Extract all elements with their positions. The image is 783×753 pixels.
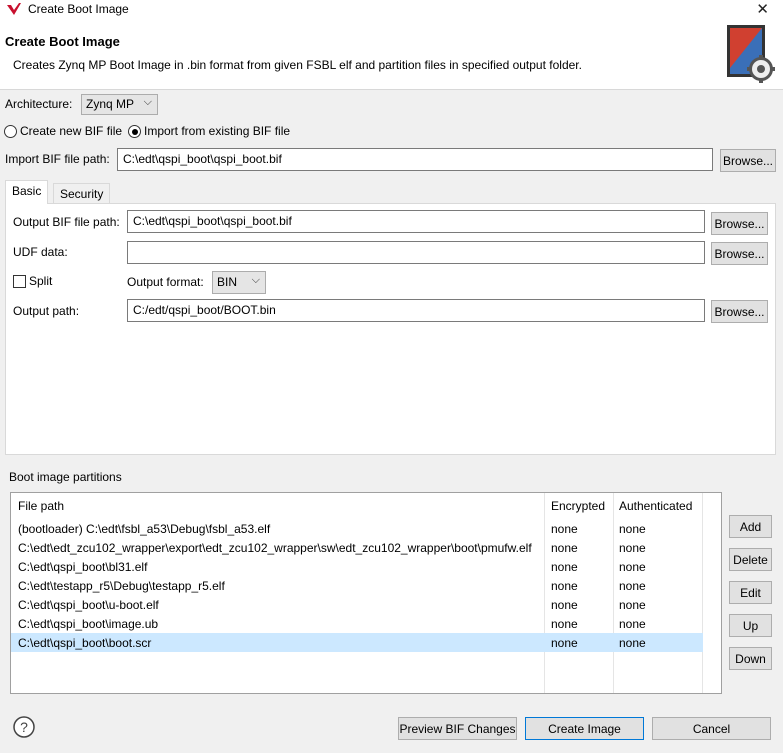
- output-format-value: BIN: [217, 275, 238, 289]
- split-checkbox[interactable]: [13, 275, 26, 288]
- cell-encrypted: none: [551, 560, 578, 574]
- table-row[interactable]: C:\edt\qspi_boot\image.ub none none: [11, 614, 703, 633]
- cell-authenticated: none: [619, 636, 646, 650]
- dialog-heading: Create Boot Image: [5, 34, 120, 49]
- help-icon[interactable]: ?: [12, 715, 36, 739]
- column-header-file-path[interactable]: File path: [18, 499, 64, 513]
- table-row[interactable]: C:\edt\qspi_boot\boot.scr none none: [11, 633, 703, 652]
- output-bif-browse-button[interactable]: Browse...: [711, 212, 768, 235]
- cell-file-path: C:\edt\qspi_boot\image.ub: [18, 617, 159, 631]
- tab-security[interactable]: Security: [53, 183, 111, 204]
- import-bif-label: Import BIF file path:: [5, 152, 110, 166]
- output-format-label: Output format:: [127, 275, 204, 289]
- cell-encrypted: none: [551, 636, 578, 650]
- table-row[interactable]: C:\edt\qspi_boot\bl31.elf none none: [11, 557, 703, 576]
- cell-authenticated: none: [619, 617, 646, 631]
- cell-authenticated: none: [619, 560, 646, 574]
- app-logo-icon: [7, 3, 21, 15]
- import-bif-path-field[interactable]: C:\edt\qspi_boot\qspi_boot.bif: [117, 148, 713, 171]
- output-path-browse-button[interactable]: Browse...: [711, 300, 768, 323]
- cell-encrypted: none: [551, 598, 578, 612]
- split-label[interactable]: Split: [29, 274, 52, 288]
- table-row[interactable]: (bootloader) C:\edt\fsbl_a53\Debug\fsbl_…: [11, 519, 703, 538]
- architecture-label: Architecture:: [5, 97, 73, 111]
- output-bif-path-field[interactable]: C:\edt\qspi_boot\qspi_boot.bif: [127, 210, 705, 233]
- udf-data-label: UDF data:: [13, 245, 68, 259]
- preview-bif-changes-button[interactable]: Preview BIF Changes: [398, 717, 517, 740]
- close-icon[interactable]: ✕: [756, 0, 769, 18]
- cell-encrypted: none: [551, 579, 578, 593]
- cell-file-path: C:\edt\testapp_r5\Debug\testapp_r5.elf: [18, 579, 225, 593]
- create-new-bif-radio[interactable]: [4, 125, 17, 138]
- chevron-down-icon: ⌵: [143, 96, 152, 108]
- cell-file-path: C:\edt\qspi_boot\boot.scr: [18, 636, 152, 650]
- udf-browse-button[interactable]: Browse...: [711, 242, 768, 265]
- column-header-authenticated[interactable]: Authenticated: [619, 499, 692, 513]
- edit-partition-button[interactable]: Edit: [729, 581, 772, 604]
- create-new-bif-label[interactable]: Create new BIF file: [20, 124, 122, 138]
- column-header-encrypted[interactable]: Encrypted: [551, 499, 605, 513]
- architecture-select[interactable]: Zynq MP ⌵: [81, 94, 158, 115]
- cell-encrypted: none: [551, 522, 578, 536]
- import-bif-browse-button[interactable]: Browse...: [720, 149, 776, 172]
- cell-authenticated: none: [619, 579, 646, 593]
- cell-authenticated: none: [619, 522, 646, 536]
- import-existing-bif-radio[interactable]: [128, 125, 141, 138]
- cell-file-path: C:\edt\qspi_boot\bl31.elf: [18, 560, 148, 574]
- delete-partition-button[interactable]: Delete: [729, 548, 772, 571]
- dialog-header: Create Boot Image Creates Zynq MP Boot I…: [0, 19, 783, 90]
- cell-file-path: C:\edt\edt_zcu102_wrapper\export\edt_zcu…: [18, 541, 532, 555]
- move-up-button[interactable]: Up: [729, 614, 772, 637]
- table-row[interactable]: C:\edt\testapp_r5\Debug\testapp_r5.elf no…: [11, 576, 703, 595]
- output-bif-label: Output BIF file path:: [13, 215, 120, 229]
- import-existing-bif-label[interactable]: Import from existing BIF file: [144, 124, 290, 138]
- output-format-select[interactable]: BIN ⌵: [212, 271, 266, 294]
- cell-encrypted: none: [551, 617, 578, 631]
- partitions-table[interactable]: File path Encrypted Authenticated (bootl…: [10, 492, 722, 694]
- chevron-down-icon: ⌵: [251, 274, 260, 286]
- cell-authenticated: none: [619, 598, 646, 612]
- cell-encrypted: none: [551, 541, 578, 555]
- tab-basic[interactable]: Basic: [5, 180, 49, 204]
- cell-file-path: C:\edt\qspi_boot\u-boot.elf: [18, 598, 159, 612]
- architecture-value: Zynq MP: [86, 97, 135, 111]
- table-row[interactable]: C:\edt\qspi_boot\u-boot.elf none none: [11, 595, 703, 614]
- boot-image-wizard-icon: [727, 25, 775, 83]
- cell-authenticated: none: [619, 541, 646, 555]
- cancel-button[interactable]: Cancel: [652, 717, 771, 740]
- output-path-label: Output path:: [13, 304, 80, 318]
- output-path-field[interactable]: C:/edt/qspi_boot/BOOT.bin: [127, 299, 705, 322]
- help-icon-glyph: ?: [20, 719, 28, 735]
- window-title: Create Boot Image: [28, 2, 129, 16]
- table-row[interactable]: C:\edt\edt_zcu102_wrapper\export\edt_zcu…: [11, 538, 703, 557]
- move-down-button[interactable]: Down: [729, 647, 772, 670]
- title-bar: Create Boot Image ✕: [0, 0, 783, 19]
- dialog-description: Creates Zynq MP Boot Image in .bin forma…: [13, 58, 582, 72]
- cell-file-path: (bootloader) C:\edt\fsbl_a53\Debug\fsbl_…: [18, 522, 271, 536]
- partitions-section-label: Boot image partitions: [9, 470, 122, 484]
- add-partition-button[interactable]: Add: [729, 515, 772, 538]
- create-image-button[interactable]: Create Image: [525, 717, 644, 740]
- udf-data-field[interactable]: [127, 241, 705, 264]
